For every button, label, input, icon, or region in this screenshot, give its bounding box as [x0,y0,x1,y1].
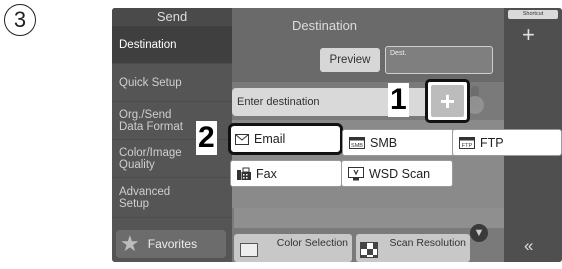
wsd-scan-icon [348,166,364,181]
add-shortcut-icon[interactable]: + [522,22,535,48]
nav-item-label: Data Format [119,120,183,133]
color-selection-label: Color Selection [276,237,348,249]
callout-1: 1 [388,83,409,117]
color-selection-icon [240,243,258,257]
collapse-panel-icon[interactable]: « [524,236,533,256]
fax-icon [237,167,251,180]
shortcut-tab[interactable]: Shortcut [508,10,558,19]
menu-item-fax[interactable]: Fax [230,160,342,187]
smb-icon-text: SMB [351,143,363,149]
enter-destination-label: Enter destination [237,96,320,108]
callout-2: 2 [196,121,217,155]
nav-item-label: Color/Image [119,146,182,159]
page-title: Destination [292,18,358,33]
nav-item-label: Advanced [119,185,171,198]
plus-icon: + [431,85,464,117]
destination-header: Destination Preview Dest. [232,8,504,82]
scan-resolution-icon [360,242,378,258]
menu-item-label: Email [254,132,286,146]
star-icon: ★ [120,231,140,256]
menu-item-label: FTP [480,135,504,150]
nav-item-label: Quick Setup [119,76,182,89]
favorites-button[interactable]: ★ Favorites [116,230,226,258]
nav-item-quick-setup[interactable]: Quick Setup [112,64,232,102]
envelope-icon [235,133,249,145]
color-selection-button[interactable]: Color Selection [234,234,352,262]
menu-item-label: SMB [370,135,398,150]
nav-item-label: Setup [119,197,150,210]
nav-item-advanced-setup[interactable]: Advanced Setup [112,178,232,218]
menu-item-email[interactable]: Email [228,123,343,155]
ftp-icon: FTP [459,136,475,149]
nav-item-label: Org./Send [119,108,172,121]
menu-item-label: WSD Scan [369,166,431,181]
sidebar-header: Send [112,8,232,26]
ftp-icon-text: FTP [462,143,473,149]
nav-item-label: Quality [119,158,155,171]
smb-icon: SMB [349,136,365,149]
destination-count-box: Dest. [385,46,493,74]
add-destination-button[interactable]: + [425,79,470,123]
menu-item-label: Fax [256,166,277,181]
nav-item-label: Destination [119,38,177,51]
destination-list-row [234,208,504,228]
scan-resolution-button[interactable]: Scan Resolution [356,234,470,262]
favorites-label: Favorites [147,237,198,251]
step-number: 3 [4,4,36,36]
chevron-down-icon[interactable]: ▼ [470,224,488,242]
menu-item-ftp[interactable]: FTP FTP [452,129,562,156]
nav-item-destination[interactable]: Destination [112,26,232,64]
scan-resolution-label: Scan Resolution [389,237,466,249]
menu-item-smb[interactable]: SMB SMB [342,129,454,156]
menu-item-wsd-scan[interactable]: WSD Scan [341,160,453,187]
preview-button[interactable]: Preview [320,48,380,72]
